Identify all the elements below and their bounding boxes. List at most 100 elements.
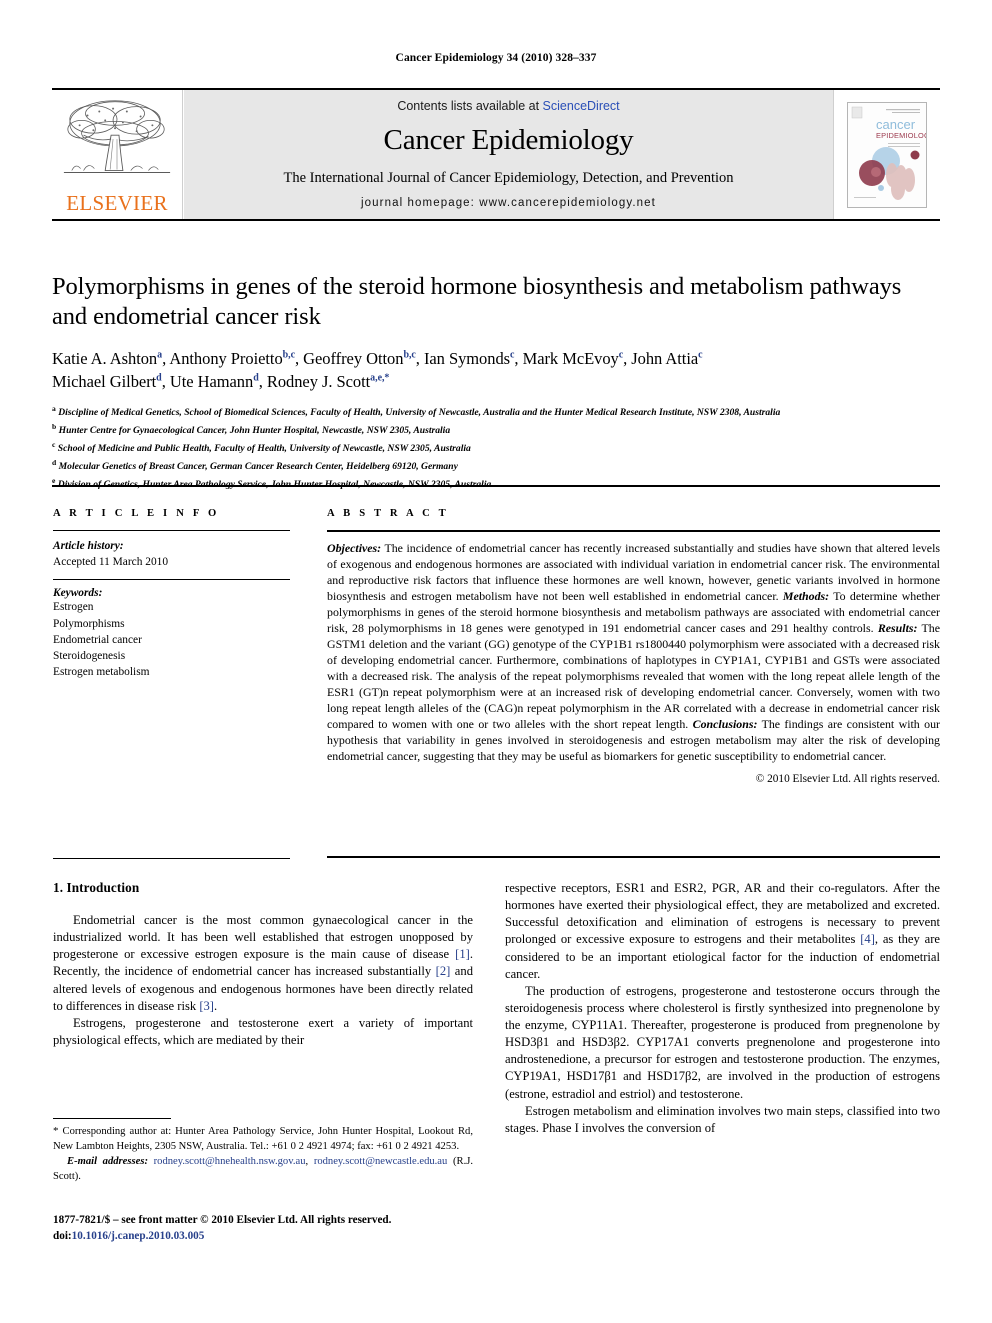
affiliation-item: a Discipline of Medical Genetics, School…	[52, 403, 940, 421]
affiliation-item: b Hunter Centre for Gynaecological Cance…	[52, 421, 940, 439]
svg-text:EPIDEMIOLOGY: EPIDEMIOLOGY	[876, 131, 926, 140]
article-info-panel: A R T I C L E I N F O Article history: A…	[53, 508, 290, 680]
keyword-item: Steroidogenesis	[53, 649, 126, 662]
paragraph-text: Endometrial cancer is the most common gy…	[53, 913, 473, 962]
email-note: E-mail addresses: rodney.scott@hnehealth…	[53, 1155, 473, 1185]
body-paragraph: The production of estrogens, progesteron…	[505, 983, 940, 1103]
keyword-item: Estrogen metabolism	[53, 666, 150, 679]
introduction-paragraphs-right: respective receptors, ESR1 and ESR2, PGR…	[505, 880, 940, 1137]
author-name: Mark McEvoy	[522, 348, 619, 368]
journal-cover-image: cancer EPIDEMIOLOGY	[847, 101, 927, 208]
doi-link[interactable]: 10.1016/j.canep.2010.03.005	[72, 1230, 205, 1242]
article-page: Cancer Epidemiology 34 (2010) 328–337 EL…	[0, 0, 992, 1323]
body-column-right: respective receptors, ESR1 and ESR2, PGR…	[505, 880, 940, 1137]
info-bottom-divider	[53, 858, 290, 859]
article-history: Article history: Accepted 11 March 2010	[53, 531, 290, 570]
body-paragraph: Estrogens, progesterone and testosterone…	[53, 1015, 473, 1049]
corresponding-author-note: * Corresponding author at: Hunter Area P…	[53, 1124, 473, 1155]
journal-subtitle: The International Journal of Cancer Epid…	[283, 170, 734, 187]
author-affiliation-marker: a,e,*	[370, 372, 390, 384]
author-affiliation-marker: b,c	[403, 349, 416, 361]
author-name: Ute Hamann	[169, 371, 254, 391]
section-heading-introduction: 1. Introduction	[53, 880, 140, 895]
author-name: Rodney J. Scott	[266, 371, 371, 391]
author-affiliation-marker: b,c	[282, 349, 296, 361]
author-affiliation-marker: d	[253, 372, 259, 384]
journal-masthead: ELSEVIER Contents lists available at Sci…	[52, 88, 940, 221]
author-affiliation-marker: c	[698, 349, 703, 361]
keyword-item: Endometrial cancer	[53, 633, 142, 646]
email-link-1[interactable]: rodney.scott@hnehealth.nsw.gov.au	[154, 1156, 306, 1167]
journal-homepage-link[interactable]: journal homepage: www.cancerepidemiology…	[184, 197, 833, 209]
corresponding-author-text: Corresponding author at: Hunter Area Pat…	[53, 1126, 473, 1152]
citation-link[interactable]: [1]	[455, 947, 470, 961]
keywords-label: Keywords:	[53, 587, 103, 600]
paragraph-text: Estrogen metabolism and elimination invo…	[505, 1103, 940, 1135]
citation-link[interactable]: [4]	[860, 932, 875, 946]
body-paragraph: Endometrial cancer is the most common gy…	[53, 912, 473, 1015]
issn-doi-block: 1877-7821/$ – see front matter © 2010 El…	[53, 1213, 493, 1245]
masthead-center: Contents lists available at ScienceDirec…	[183, 90, 833, 219]
abstract-heading: A B S T R A C T	[327, 508, 449, 519]
citation-link[interactable]: [2]	[436, 964, 451, 978]
author-affiliation-marker: a	[157, 349, 163, 361]
keyword-item: Polymorphisms	[53, 617, 125, 630]
affiliation-text: Molecular Genetics of Breast Cancer, Ger…	[56, 461, 458, 473]
author-name: Anthony Proietto	[169, 348, 283, 368]
author-affiliation-marker: c	[510, 349, 515, 361]
cover-thumbnail-container: cancer EPIDEMIOLOGY	[833, 90, 940, 219]
body-paragraph: respective receptors, ESR1 and ESR2, PGR…	[505, 880, 940, 983]
svg-text:cancer: cancer	[876, 117, 916, 132]
author-name: John Attia	[631, 348, 699, 368]
doi-prefix: doi:	[53, 1229, 72, 1242]
abstract-bottom-divider	[327, 856, 940, 858]
author-affiliation-marker: d	[156, 372, 162, 384]
abstract-panel: A B S T R A C T Objectives: The incidenc…	[327, 508, 940, 785]
footnote-divider	[53, 1118, 171, 1119]
affiliation-item: d Molecular Genetics of Breast Cancer, G…	[52, 457, 940, 475]
affiliation-item: c School of Medicine and Public Health, …	[52, 439, 940, 457]
page-title: Polymorphisms in genes of the steroid ho…	[52, 273, 902, 330]
title-block: Polymorphisms in genes of the steroid ho…	[52, 272, 940, 494]
paragraph-text: The production of estrogens, progesteron…	[505, 983, 940, 1101]
abstract-section-text: The GSTM1 deletion and the variant (GG) …	[327, 621, 940, 731]
keywords-panel: Keywords: Estrogen Polymorphisms Endometri…	[53, 580, 290, 680]
sciencedirect-link[interactable]: ScienceDirect	[543, 99, 620, 113]
contents-prefix: Contents lists available at	[397, 99, 543, 113]
doi-line: doi:10.1016/j.canep.2010.03.005	[53, 1229, 493, 1245]
asterisk-icon: *	[53, 1125, 59, 1137]
elsevier-wordmark: ELSEVIER	[66, 191, 168, 215]
email-separator: ,	[305, 1155, 309, 1167]
author-line-2: Michael Gilbertd, Ute Hamannd, Rodney J.…	[52, 371, 390, 391]
affiliation-text: Hunter Centre for Gynaecological Cancer,…	[56, 425, 451, 437]
elsevier-tree-icon	[58, 93, 176, 193]
publisher-logo: ELSEVIER	[52, 90, 183, 219]
affiliation-list: a Discipline of Medical Genetics, School…	[52, 403, 940, 493]
author-affiliation-marker: c	[618, 349, 624, 361]
article-history-value: Accepted 11 March 2010	[53, 556, 169, 569]
affiliation-text: Discipline of Medical Genetics, School o…	[55, 407, 781, 419]
author-list: Katie A. Ashtona, Anthony Proiettob,c, G…	[52, 348, 940, 394]
author-name: Katie A. Ashton	[52, 348, 158, 368]
author-name: Geoffrey Otton	[303, 348, 404, 368]
affiliation-text: School of Medicine and Public Health, Fa…	[55, 443, 471, 455]
keyword-item: Estrogen	[53, 601, 94, 614]
author-line-1: Katie A. Ashtona, Anthony Proiettob,c, G…	[52, 348, 703, 368]
abstract-body: Objectives: The incidence of endometrial…	[327, 532, 940, 764]
article-history-label: Article history:	[53, 540, 124, 552]
abstract-section-label: Objectives:	[327, 541, 382, 555]
paragraph-text: Estrogens, progesterone and testosterone…	[53, 1015, 473, 1047]
abstract-section-label: Results:	[877, 621, 918, 635]
citation-link[interactable]: [3]	[199, 999, 214, 1013]
paragraph-text: .	[214, 998, 218, 1013]
body-column-left: 1. Introduction Endometrial cancer is th…	[53, 880, 473, 1049]
author-name: Michael Gilbert	[52, 371, 157, 391]
introduction-paragraphs-left: Endometrial cancer is the most common gy…	[53, 912, 473, 1049]
email-link-2[interactable]: rodney.scott@newcastle.edu.au	[314, 1156, 448, 1167]
abstract-copyright: © 2010 Elsevier Ltd. All rights reserved…	[755, 773, 940, 785]
header-divider	[52, 485, 940, 487]
email-label: E-mail addresses:	[67, 1155, 148, 1167]
abstract-section-label: Conclusions:	[692, 717, 758, 731]
footnote-block: * Corresponding author at: Hunter Area P…	[53, 1118, 473, 1185]
keywords-list: Estrogen Polymorphisms Endometrial cancer S…	[53, 599, 290, 680]
